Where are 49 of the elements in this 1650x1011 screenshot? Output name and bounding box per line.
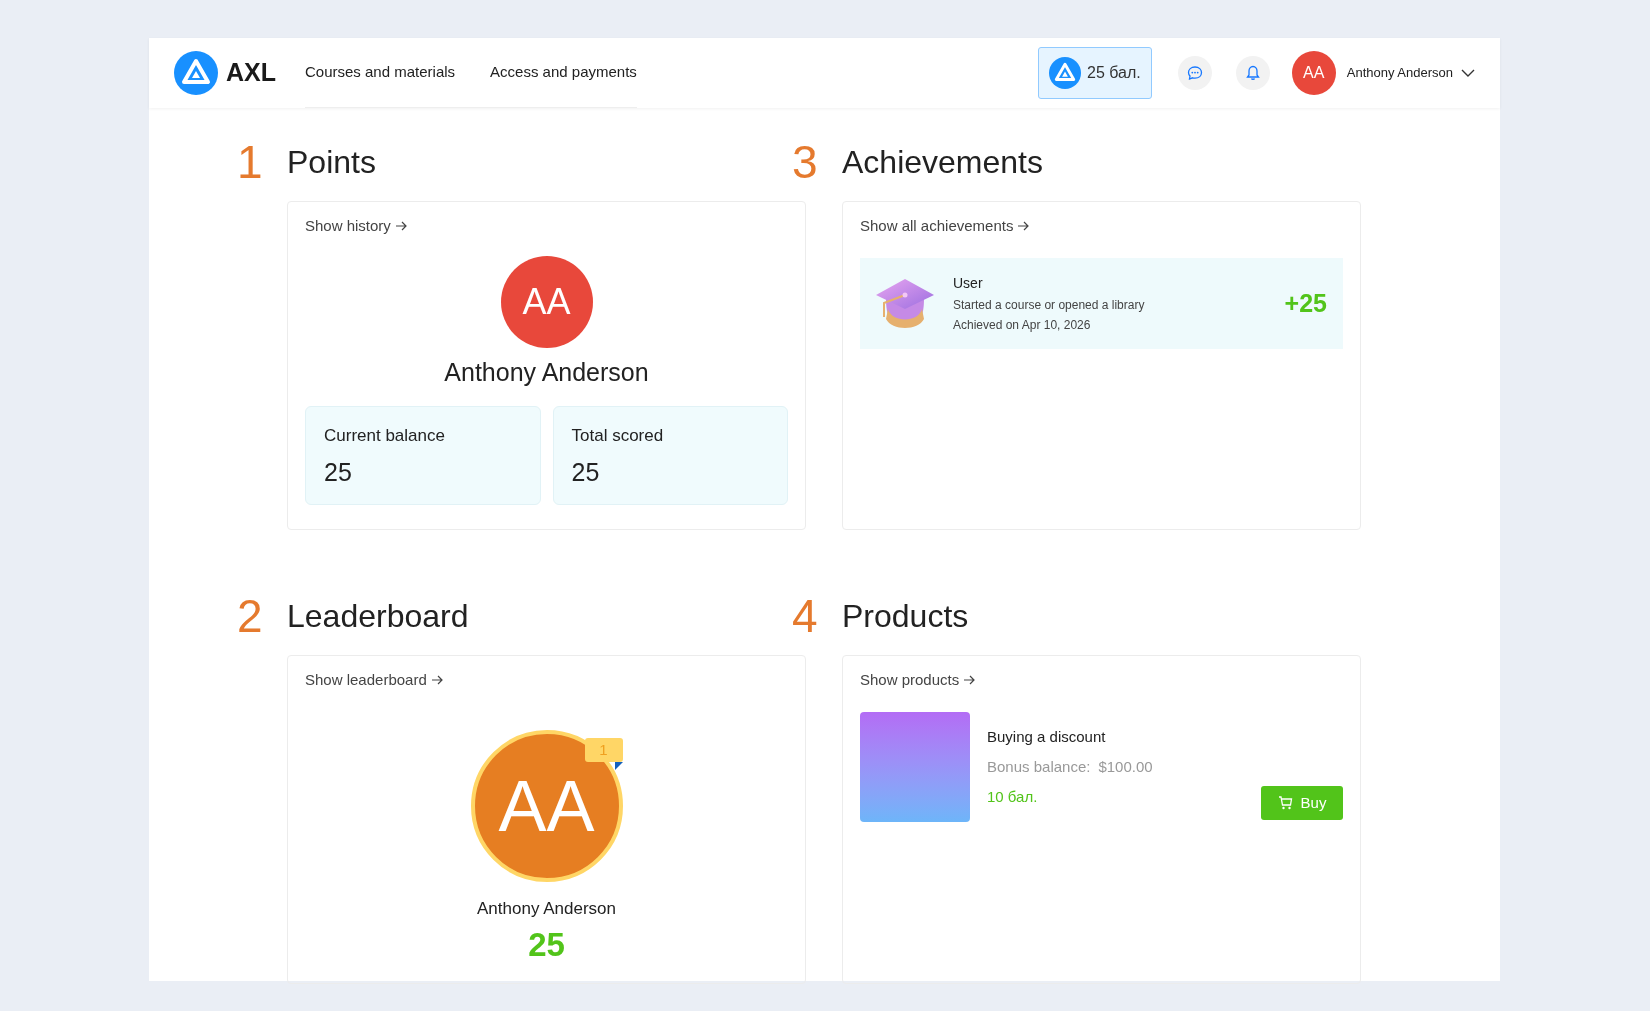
achievement-item[interactable]: User Started a course or opened a library Achieved on Apr 10, 2026 +25 [860, 258, 1343, 349]
bonus-value: $100.00 [1098, 756, 1153, 777]
user-name[interactable]: Anthony Anderson [1346, 63, 1453, 83]
user-name: Anthony Anderson [444, 357, 649, 388]
user-avatar: AA [500, 256, 593, 348]
arrow-right-icon [1017, 220, 1031, 233]
show-link[interactable]: Show history [305, 215, 408, 238]
section-number: 3 [792, 139, 819, 185]
show-link[interactable]: Show products [860, 669, 977, 692]
leader-score: 25 [528, 924, 565, 965]
leader-name: Anthony Anderson [477, 898, 616, 920]
bell-icon [1245, 65, 1260, 81]
section-number: 4 [792, 593, 819, 639]
achievement-points: +25 [1284, 287, 1328, 319]
stat-value: 25 [324, 457, 353, 488]
show-link[interactable]: Show all achievements [860, 215, 1031, 238]
logo-icon [1049, 57, 1082, 89]
nav-link[interactable]: Access and payments [490, 61, 637, 84]
section-title: Achievements [842, 143, 1043, 182]
ribbon-corner-icon [614, 762, 623, 770]
product-price: 10 бал. [987, 787, 1039, 807]
achievement-date: Achieved on Apr 10, 2026 [953, 317, 1092, 334]
notifications-button[interactable] [1235, 56, 1270, 90]
achievement-title: User [953, 274, 984, 293]
product-title: Buying a discount [987, 727, 1107, 747]
bonus-label: Bonus balance: [987, 756, 1091, 777]
show-link[interactable]: Show leaderboard [305, 669, 444, 692]
section-title: Products [842, 597, 969, 636]
stat-label: Total scored [571, 424, 665, 447]
user-avatar[interactable]: AA [1291, 51, 1336, 95]
points-badge[interactable]: 25 бал. [1038, 47, 1152, 99]
achievement-description: Started a course or opened a library [953, 297, 1146, 314]
chevron-down-icon[interactable] [1461, 68, 1475, 78]
arrow-right-icon [394, 220, 408, 233]
section-title: Points [287, 143, 376, 182]
chat-icon [1186, 65, 1203, 81]
arrow-right-icon [963, 674, 977, 687]
section-title: Leaderboard [287, 597, 469, 636]
nav-link[interactable]: Courses and materials [305, 61, 456, 84]
section-number: 1 [237, 139, 264, 185]
chat-button[interactable] [1177, 56, 1212, 90]
logo-text: AXL [226, 57, 276, 89]
section-number: 2 [237, 593, 264, 639]
arrow-right-icon [430, 674, 444, 687]
stat-value: 25 [571, 457, 601, 488]
logo-icon[interactable] [174, 51, 218, 95]
stat-label: Current balance [324, 424, 446, 447]
rank-badge: 1 [584, 738, 623, 762]
cart-icon [1277, 796, 1293, 810]
